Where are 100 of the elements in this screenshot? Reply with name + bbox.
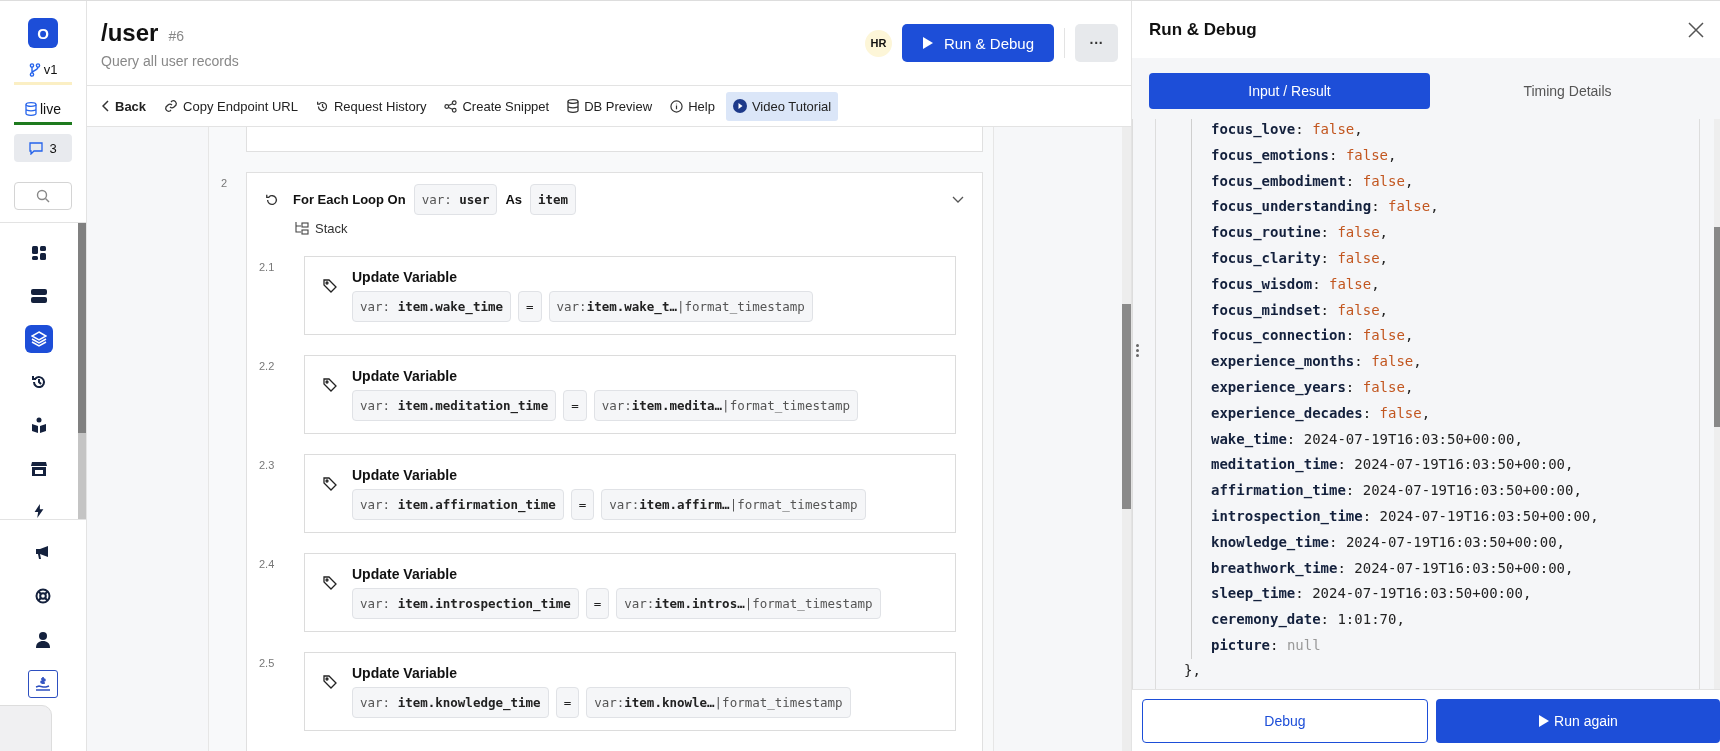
code-line: sleep_time: 2024-07-19T16:03:50+00:00,: [1211, 584, 1533, 604]
lifebuoy-icon: [35, 588, 51, 604]
operator-chip: =: [555, 687, 580, 718]
expression-chip: var:item.medita…|format_timestamp: [593, 390, 859, 421]
code-line: introspection_time: 2024-07-19T16:03:50+00:00,: [1211, 506, 1600, 527]
code-line: wake_time: 2024-07-19T16:03:50+00:00,: [1211, 429, 1524, 450]
variable-chip: var: item.meditation_time: [352, 390, 557, 421]
store-icon: [31, 460, 47, 476]
step-title: Update Variable: [352, 269, 459, 285]
code-line: focus_connection: false,: [1211, 326, 1415, 346]
hand-coin-icon: [35, 676, 51, 692]
panel-title: Run & Debug: [1149, 19, 1257, 40]
step-title: Update Variable: [352, 566, 459, 582]
branch-icon: [28, 62, 41, 77]
endpoint-number: #6: [168, 28, 184, 44]
code-line: experience_months: false,: [1211, 352, 1423, 372]
expression-chip: var:item.affirm…|format_timestamp: [601, 489, 866, 520]
bolt-icon: [33, 504, 45, 518]
code-line: knowledge_time: 2024-07-19T16:03:50+00:00,: [1211, 532, 1567, 553]
layers-icon: [31, 331, 47, 347]
scrollbar-thumb[interactable]: [1714, 227, 1720, 427]
code-line: focus_wisdom: false,: [1211, 274, 1381, 295]
expression-chip: var:item.wake_t…|format_timestamp: [548, 291, 813, 322]
stack-label: Stack: [315, 221, 348, 236]
code-line: experience_decades: false,: [1211, 403, 1432, 424]
code-line: picture: null: [1211, 635, 1322, 655]
close-icon[interactable]: [1688, 21, 1704, 38]
code-line: ceremony_date: 1:01:70,: [1211, 610, 1406, 630]
variable-chip: var: item.affirmation_time: [352, 489, 564, 520]
code-line: focus_emotions: false,: [1211, 145, 1398, 166]
code-line: focus_mindset: false,: [1211, 300, 1390, 321]
info-icon: [670, 99, 684, 113]
page-title: /user: [101, 19, 159, 47]
server-icon: [31, 289, 47, 303]
code-line: experience_years: false,: [1211, 377, 1415, 398]
step-number: 2: [221, 176, 229, 191]
step-title: Update Variable: [352, 467, 459, 483]
share-icon: [444, 99, 458, 113]
tag-icon: [323, 675, 337, 689]
code-line: focus_clarity: false,: [1211, 249, 1390, 269]
debug-button[interactable]: Debug: [1142, 699, 1428, 743]
loop-icon: [265, 192, 279, 207]
variable-chip: var: item.knowledge_time: [352, 687, 549, 718]
user-icon: [36, 632, 50, 648]
database-icon: [25, 102, 37, 116]
toolbar-button[interactable]: Create Snippet: [437, 91, 557, 121]
operator-chip: =: [563, 390, 587, 421]
code-line: affirmation_time: 2024-07-19T16:03:50+00:00,: [1211, 481, 1583, 501]
toolbar-button[interactable]: Help: [663, 91, 722, 121]
step-title: Update Variable: [352, 368, 459, 384]
scrollbar-thumb[interactable]: [78, 223, 86, 433]
code-line: focus_understanding: false,: [1211, 197, 1440, 217]
user-avatar[interactable]: HR: [864, 29, 892, 57]
code-line: breathwork_time: 2024-07-19T16:03:50+00:00,: [1211, 558, 1575, 579]
chevron-left-icon: [102, 100, 110, 112]
as-label: As: [505, 192, 523, 207]
toolbar-button[interactable]: Back: [95, 91, 154, 121]
step-number: 2.5: [259, 656, 276, 671]
step-number: 2.3: [259, 458, 276, 473]
code-line: meditation_time: 2024-07-19T16:03:50+00:00,: [1211, 455, 1575, 475]
toolbar-button[interactable]: DB Preview: [560, 91, 660, 121]
more-button[interactable]: ···: [1075, 24, 1118, 62]
tab[interactable]: Timing Details: [1430, 73, 1705, 109]
tag-icon: [323, 378, 337, 392]
page-subtitle: Query all user records: [101, 53, 239, 69]
comment-icon: [29, 141, 44, 155]
environment-selector[interactable]: live: [14, 97, 72, 125]
operator-chip: =: [570, 489, 595, 520]
book-reader-icon: [31, 417, 47, 433]
comments-button[interactable]: 3: [14, 134, 72, 162]
branch-selector[interactable]: v1: [14, 58, 72, 85]
tab[interactable]: Input / Result: [1149, 73, 1430, 109]
nav-item[interactable]: [25, 325, 53, 353]
tag-icon: [323, 477, 337, 491]
step-number: 2.4: [259, 557, 276, 572]
database-icon: [567, 99, 580, 113]
tag-icon: [323, 279, 337, 293]
expression-chip: var:item.knowle…|format_timestamp: [586, 687, 851, 718]
step-title: Update Variable: [352, 665, 459, 681]
run-again-button[interactable]: Run again: [1436, 699, 1720, 743]
run-debug-button[interactable]: Run & Debug: [901, 24, 1054, 62]
operator-chip: =: [518, 291, 542, 322]
nav-item[interactable]: [28, 670, 58, 698]
toolbar-button[interactable]: Request History: [309, 91, 434, 121]
variable-chip: var: item.introspection_time: [352, 588, 579, 619]
dashboard-icon: [32, 246, 46, 260]
toolbar-button[interactable]: Copy Endpoint URL: [157, 91, 305, 121]
history-icon: [316, 99, 329, 113]
toolbar-button[interactable]: Video Tutorial: [725, 91, 839, 121]
tag-icon: [323, 576, 337, 590]
play-icon: [921, 36, 934, 50]
history-icon: [31, 374, 47, 390]
workspace-logo[interactable]: O: [28, 18, 58, 48]
step-number: 2.2: [259, 359, 276, 374]
scrollbar-thumb[interactable]: [1122, 304, 1131, 509]
play-circle-icon: [732, 99, 747, 113]
loop-label: For Each Loop On: [293, 192, 406, 207]
play-icon: [1538, 714, 1551, 728]
expression-chip: var:item.intros…|format_timestamp: [616, 588, 881, 619]
operator-chip: =: [585, 588, 610, 619]
